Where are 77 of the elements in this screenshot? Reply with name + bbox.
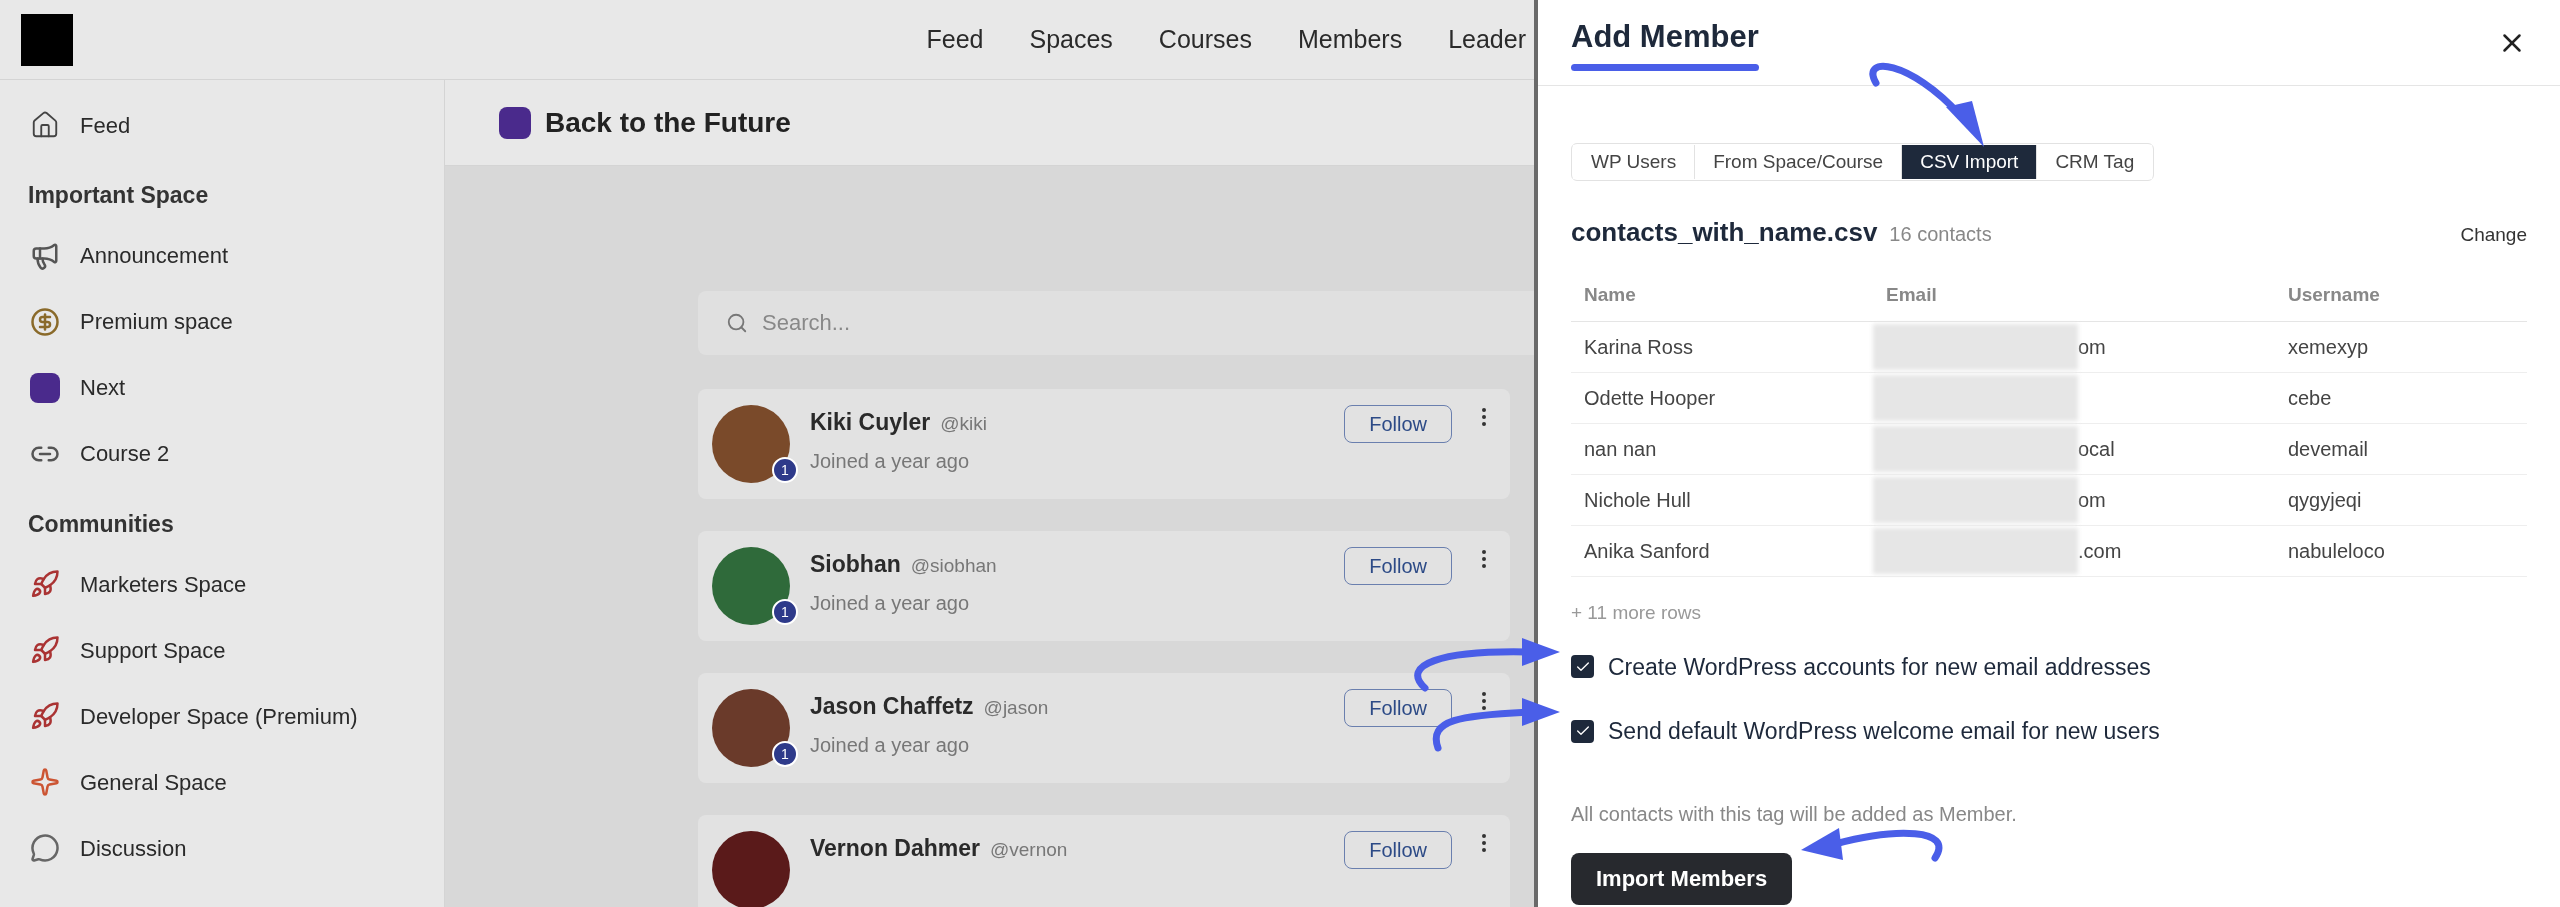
import-members-button[interactable]: Import Members [1571,852,1793,905]
sidebar-item[interactable]: General Space [0,749,444,815]
name-cell-text: Karina Ross [1583,335,1694,360]
burst-icon [30,767,60,797]
level-badge: 1 [772,457,798,483]
coin-icon [30,306,60,337]
section-heading: Communities [27,509,175,539]
checkbox[interactable] [1571,719,1594,743]
nav-link[interactable]: Courses [1158,20,1252,59]
checkbox-option[interactable]: Send default WordPress welcome email for new users [1571,714,2527,749]
username-cell-text: xemexyp [2287,335,2369,360]
tab[interactable]: CRM Tag [2036,145,2153,179]
tab[interactable]: CSV Import [1901,145,2037,179]
home-icon [30,110,60,140]
member-handle: @kiki [940,412,987,436]
member-name[interactable]: Vernon Dahmer [810,831,980,866]
username-cell-text: nabuleloco [2287,539,2385,564]
checkbox[interactable] [1571,655,1594,679]
change-link[interactable]: Change [2460,221,2527,250]
contact-count: 16 contacts [1889,222,1992,247]
email-cell-text: .com [2078,539,2122,564]
rocket-icon [30,701,60,731]
member-name[interactable]: Kiki Cuyler [810,405,931,440]
username-cell-text: qygyjeqi [2287,488,2362,513]
rocket-icon [30,635,60,665]
joined-date: Joined a year ago [810,732,970,758]
email-cell-text: om [2078,488,2106,513]
sidebar-item[interactable]: Marketers Space [0,551,444,617]
sidebar-item[interactable]: Course 2 [0,420,444,487]
name-cell-text: nan nan [1583,437,1658,462]
sidebar-item[interactable]: Discussion [0,815,444,881]
name-cell-text: Nichole Hull [1583,488,1692,513]
more-rows-text: + 11 more rows [1571,601,1703,625]
checkbox-option[interactable]: Create WordPress accounts for new email addresses [1571,649,2527,684]
member-handle: @vernon [990,838,1068,862]
space-title: Back to the Future [545,105,791,140]
sidebar-item[interactable]: Next [0,354,444,421]
panel-title: Add Member [1571,17,1759,56]
column-header: Username [2287,283,2380,308]
level-badge: 1 [772,741,798,767]
column-header: Name [1583,283,1637,308]
search-field[interactable]: Search... [698,291,1534,355]
joined-date: Joined a year ago [810,448,970,474]
section-heading: Important Space [27,181,210,210]
level-badge: 1 [772,599,798,625]
member-name[interactable]: Jason Chaffetz [810,689,974,724]
follow-button[interactable]: Follow [1344,831,1452,869]
rocket-icon [30,569,60,599]
follow-button[interactable]: Follow [1344,689,1452,727]
nav-link[interactable]: Members [1297,20,1403,59]
email-cell-text: ocal [2078,437,2115,462]
sidebar-item[interactable]: Premium space [0,288,444,355]
option-label: Create WordPress accounts for new email addresses [1608,652,2151,682]
option-label: Send default WordPress welcome email for new users [1608,717,2160,746]
email-cell-text: om [2078,335,2106,360]
name-cell-text: Odette Hooper [1583,386,1717,411]
sidebar-item[interactable]: Support Space [0,617,444,683]
member-handle: @jason [983,696,1049,720]
info-note: All contacts with this tag will be added as Member. [1571,801,2018,827]
column-header: Email [1885,283,1938,308]
search-icon [726,312,748,334]
nav-link[interactable]: Feed [926,20,984,59]
file-name: contacts_with_name.csv [1571,216,1878,249]
follow-button[interactable]: Follow [1344,405,1452,443]
follow-button[interactable]: Follow [1344,547,1452,585]
sidebar-item[interactable]: Feed [0,92,444,158]
member-name[interactable]: Siobhan [810,547,901,582]
nav-link[interactable]: Spaces [1029,20,1113,59]
member-handle: @siobhan [910,554,997,578]
nav-link[interactable]: Leader [1448,20,1526,59]
sidebar-item[interactable]: Announcement [0,222,444,289]
username-cell-text: devemail [2287,437,2369,462]
username-cell-text: cebe [2287,386,2332,411]
speech-bubble-icon [30,833,60,863]
name-cell-text: Anika Sanford [1583,539,1711,564]
sidebar-item[interactable]: Developer Space (Premium) [0,683,444,749]
joined-date: Joined a year ago [810,590,970,616]
